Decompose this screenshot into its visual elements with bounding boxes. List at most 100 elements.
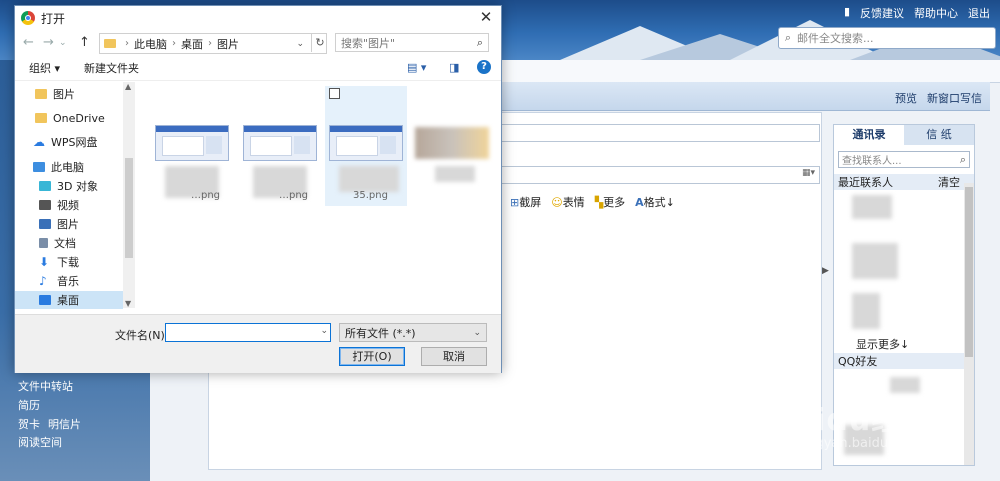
cube-icon <box>39 181 51 191</box>
preview-pane-icon[interactable]: ◨ <box>449 61 459 74</box>
nav-item-videos[interactable]: 视频 <box>39 196 135 214</box>
logout-link[interactable]: 退出 <box>968 5 990 21</box>
dialog-search-input[interactable]: 搜索"图片" ⌕ <box>335 33 489 52</box>
dialog-search-placeholder: 搜索"图片" <box>341 36 396 50</box>
new-folder-button[interactable]: 新建文件夹 <box>84 60 139 76</box>
show-more-link[interactable]: 显示更多↓ <box>856 336 909 352</box>
selection-checkbox[interactable] <box>329 88 340 99</box>
chrome-icon <box>21 11 35 25</box>
open-button[interactable]: 打开(O) <box>339 347 405 366</box>
video-icon <box>39 200 51 210</box>
breadcrumb-pictures[interactable]: 图片 <box>217 36 239 52</box>
recent-dropdown-icon[interactable]: ⌄ <box>59 38 67 48</box>
refresh-icon[interactable]: ↻ <box>311 33 328 52</box>
address-bar[interactable]: › 此电脑 › 桌面 › 图片 ⌄ <box>99 33 327 54</box>
breadcrumb-desktop[interactable]: 桌面 <box>181 36 203 52</box>
chevron-down-icon[interactable]: ⌄ <box>320 326 328 336</box>
collapse-arrow-icon[interactable]: ▶ <box>822 266 829 276</box>
nav-item-pictures-quick[interactable]: 图片 <box>35 85 135 103</box>
mail-search-input[interactable]: ⌕ 邮件全文搜索... <box>778 27 996 49</box>
file-item[interactable]: …png <box>155 82 229 202</box>
tab-stationery[interactable]: 信 纸 <box>904 125 974 145</box>
file-item[interactable] <box>415 82 495 202</box>
filetype-select[interactable]: 所有文件 (*.*) ⌄ <box>339 323 487 342</box>
file-transfer-link[interactable]: 文件中转站 <box>18 378 73 394</box>
breadcrumb-separator: › <box>172 38 176 49</box>
view-options-icon[interactable]: ▤ ▾ <box>407 61 426 74</box>
dialog-nav-row: ← → ⌄ ↑ › 此电脑 › 桌面 › 图片 ⌄ ↻ 搜索"图片" ⌕ <box>15 30 501 56</box>
file-list-area: …png …png 35.png <box>137 82 499 314</box>
recipient-field[interactable] <box>490 124 820 142</box>
nav-item-label: 3D 对象 <box>57 180 98 193</box>
breadcrumb-this-pc[interactable]: 此电脑 <box>134 36 167 52</box>
computer-icon <box>33 162 45 172</box>
cancel-button[interactable]: 取消 <box>421 347 487 366</box>
chevron-down-icon: ⌄ <box>473 327 481 338</box>
search-icon: ⌕ <box>959 152 966 166</box>
screenshot-tool[interactable]: ⊞截屏 <box>510 194 541 210</box>
tab-address-book[interactable]: 通讯录 <box>834 125 904 145</box>
contact-entry-blurred[interactable] <box>852 195 892 219</box>
nav-pane-scrollbar[interactable]: ▲ ▼ <box>123 82 135 308</box>
preview-button[interactable]: 预览 <box>895 90 917 106</box>
qq-friends-header[interactable]: QQ好友 <box>834 353 964 369</box>
back-arrow-icon[interactable]: ← <box>23 35 34 50</box>
nav-item-pictures[interactable]: 图片 <box>39 215 135 233</box>
up-arrow-icon[interactable]: ↑ <box>79 35 90 50</box>
organize-button[interactable]: 组织 ▾ <box>29 60 60 76</box>
resume-link[interactable]: 简历 <box>18 397 40 413</box>
file-item-selected[interactable]: 35.png <box>325 86 407 206</box>
nav-item-this-pc[interactable]: 此电脑 <box>33 158 135 176</box>
scroll-thumb[interactable] <box>965 187 973 357</box>
breadcrumb-separator: › <box>208 38 212 49</box>
nav-item-wps-cloud[interactable]: ☁ WPS网盘 <box>33 133 135 151</box>
compose-toolbar: 预览 新窗口写信 <box>490 82 990 111</box>
contacts-tabs: 通讯录 信 纸 <box>834 125 974 145</box>
nav-item-desktop[interactable]: 桌面 <box>15 291 123 309</box>
greeting-card-link[interactable]: 贺卡 <box>18 416 40 432</box>
format-label: 格式 <box>643 196 666 209</box>
more-tool[interactable]: ▚更多 <box>595 194 625 210</box>
file-caption: 35.png <box>353 190 388 201</box>
subject-field[interactable]: ▦▾ <box>490 166 820 184</box>
file-thumbnail <box>243 125 317 161</box>
nav-item-3d-objects[interactable]: 3D 对象 <box>39 177 135 195</box>
nav-item-label: 文档 <box>54 237 76 250</box>
feedback-link[interactable]: 反馈建议 <box>860 5 904 21</box>
contact-search-input[interactable]: 查找联系人... ⌕ <box>838 151 970 168</box>
contacts-scrollbar[interactable] <box>964 183 974 465</box>
close-button[interactable]: ✕ <box>471 6 501 28</box>
new-window-compose-button[interactable]: 新窗口写信 <box>927 90 982 106</box>
contact-entry-blurred[interactable] <box>852 243 898 279</box>
forward-arrow-icon[interactable]: → <box>43 35 54 50</box>
address-dropdown-icon[interactable]: ⌄ <box>296 39 304 49</box>
scroll-thumb[interactable] <box>125 158 133 258</box>
phone-icon[interactable]: ▮ <box>844 5 850 21</box>
clear-recent-button[interactable]: 清空 <box>938 174 960 190</box>
folder-icon <box>35 113 47 123</box>
reading-space-link[interactable]: 阅读空间 <box>18 434 62 450</box>
screenshot-label: 截屏 <box>519 196 542 209</box>
filename-input[interactable]: ⌄ <box>165 323 331 342</box>
scroll-up-icon[interactable]: ▲ <box>125 82 131 91</box>
contact-entry-blurred[interactable] <box>890 377 920 393</box>
help-link[interactable]: 帮助中心 <box>914 5 958 21</box>
nav-item-onedrive[interactable]: OneDrive <box>35 109 135 127</box>
contact-search-placeholder: 查找联系人... <box>842 156 902 167</box>
qq-friends-label: QQ好友 <box>838 355 878 368</box>
contact-entry-blurred[interactable] <box>852 293 880 329</box>
nav-item-downloads[interactable]: ⬇ 下载 <box>39 253 135 271</box>
baidu-watermark: Baidu经验 <box>770 403 934 438</box>
nav-item-label: 下载 <box>57 256 79 269</box>
grid-dropdown-icon[interactable]: ▦▾ <box>802 168 815 178</box>
file-item[interactable]: …png <box>243 82 317 202</box>
postcard-link[interactable]: 明信片 <box>48 416 81 432</box>
nav-item-label: 音乐 <box>57 275 79 288</box>
emoji-tool[interactable]: ☺表情 <box>551 194 584 210</box>
nav-item-music[interactable]: ♪ 音乐 <box>39 272 135 290</box>
recent-contacts-label: 最近联系人 <box>838 176 893 189</box>
format-tool[interactable]: A格式↓ <box>635 194 675 210</box>
nav-item-documents[interactable]: 文档 <box>39 234 135 252</box>
help-icon[interactable]: ? <box>477 60 491 74</box>
scroll-down-icon[interactable]: ▼ <box>125 299 131 308</box>
